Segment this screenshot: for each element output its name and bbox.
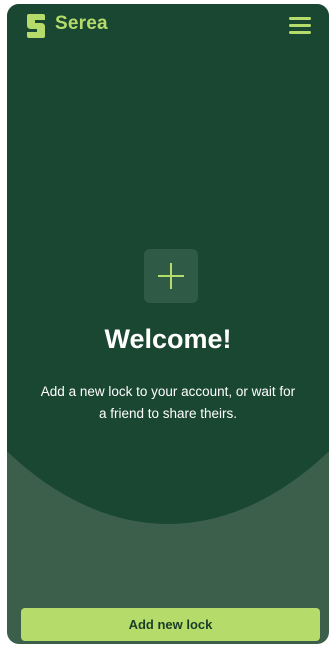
plus-icon [158, 263, 184, 289]
hamburger-menu-icon[interactable] [287, 15, 313, 37]
welcome-title: Welcome! [104, 324, 232, 354]
welcome-message: Add a new lock to your account, or wait … [40, 384, 296, 421]
app-header: Serea [7, 4, 329, 48]
serea-logo-icon [25, 13, 47, 39]
add-new-lock-button[interactable]: Add new lock [21, 608, 320, 641]
app-screen: Serea Welcome! Add a new lock to your ac… [7, 4, 329, 644]
add-lock-tile[interactable] [144, 249, 198, 303]
brand-name: Serea [55, 13, 108, 34]
